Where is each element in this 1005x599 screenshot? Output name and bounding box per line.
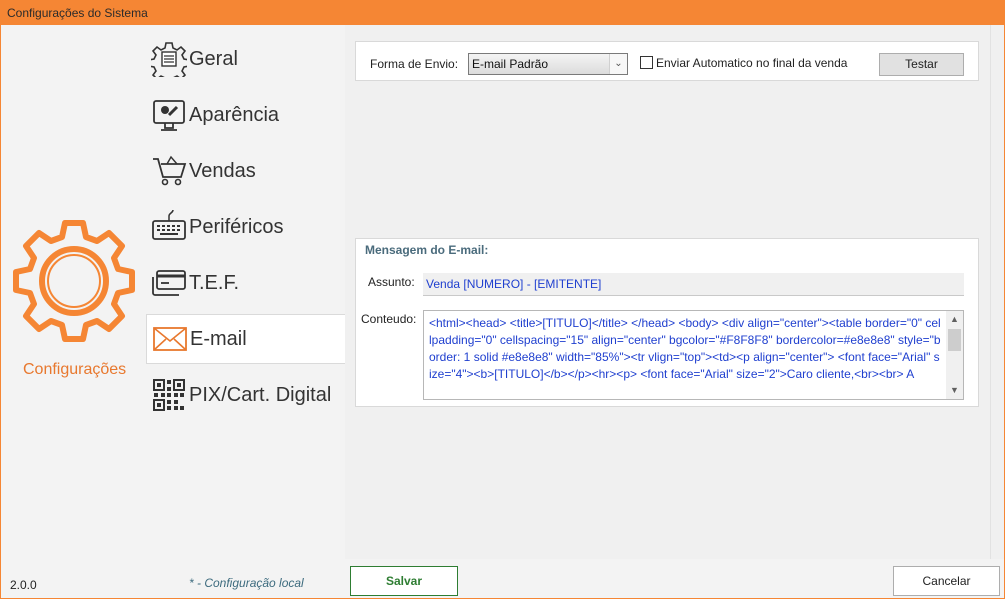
sidebar-item-email[interactable]: E-mail xyxy=(146,314,345,364)
test-button[interactable]: Testar xyxy=(879,53,964,76)
sidebar-item-perifericos[interactable]: Periféricos xyxy=(146,202,345,252)
shopping-cart-icon xyxy=(150,152,188,190)
sidebar-item-label: PIX/Cart. Digital xyxy=(189,383,332,406)
content-label: Conteudo: xyxy=(361,312,417,326)
sidebar-item-label: T.E.F. xyxy=(189,271,240,294)
sidebar-item-geral[interactable]: Geral xyxy=(146,34,345,84)
scroll-down-icon[interactable]: ▼ xyxy=(946,382,963,399)
sidebar-item-label: Aparência xyxy=(189,103,280,126)
sidebar: Configurações Geral Aparência Vendas Per… xyxy=(1,25,345,561)
save-button[interactable]: Salvar xyxy=(350,566,458,596)
monitor-paint-icon xyxy=(150,96,188,134)
sidebar-item-label: E-mail xyxy=(190,327,247,350)
send-method-value: E-mail Padrão xyxy=(472,57,549,71)
sidebar-item-tef[interactable]: T.E.F. xyxy=(146,258,345,308)
auto-send-label[interactable]: Enviar Automatico no final da venda xyxy=(656,56,847,70)
gear-doc-icon xyxy=(150,40,188,78)
send-options-panel: Forma de Envio: E-mail Padrão ⌄ Enviar A… xyxy=(355,41,979,81)
version-label: 2.0.0 xyxy=(10,578,37,592)
credit-card-icon xyxy=(150,264,188,302)
envelope-icon xyxy=(151,320,189,358)
local-config-note: * - Configuração local xyxy=(189,576,304,590)
window-title: Configurações do Sistema xyxy=(1,1,1004,25)
sidebar-item-aparencia[interactable]: Aparência xyxy=(146,90,345,140)
keyboard-icon xyxy=(150,208,188,246)
sidebar-item-label: Geral xyxy=(189,47,238,70)
sidebar-item-label: Periféricos xyxy=(189,215,284,238)
scroll-up-icon[interactable]: ▲ xyxy=(946,311,963,328)
sidebar-item-vendas[interactable]: Vendas xyxy=(146,146,345,196)
sidebar-item-pix[interactable]: PIX/Cart. Digital xyxy=(146,370,345,420)
cancel-button[interactable]: Cancelar xyxy=(893,566,1000,596)
scroll-thumb[interactable] xyxy=(948,329,961,351)
content-text[interactable]: <html><head> <title>[TITULO]</title> </h… xyxy=(429,315,941,398)
sidebar-item-label: Vendas xyxy=(189,159,256,182)
message-panel: Mensagem do E-mail: Assunto: Venda [NUME… xyxy=(355,238,979,407)
brand-label: Configurações xyxy=(23,361,127,378)
subject-field[interactable]: Venda [NUMERO] - [EMITENTE] xyxy=(423,273,964,296)
chevron-down-icon: ⌄ xyxy=(609,54,627,74)
send-method-select[interactable]: E-mail Padrão ⌄ xyxy=(468,53,628,75)
email-settings-panel: Forma de Envio: E-mail Padrão ⌄ Enviar A… xyxy=(345,25,990,559)
auto-send-checkbox[interactable] xyxy=(640,56,653,69)
panel-scrollbar[interactable] xyxy=(990,25,1004,559)
message-section-title: Mensagem do E-mail: xyxy=(365,243,489,257)
settings-gear-logo xyxy=(13,220,135,342)
qr-code-icon xyxy=(150,376,188,414)
content-scrollbar[interactable]: ▲ ▼ xyxy=(946,311,963,399)
send-method-label: Forma de Envio: xyxy=(370,57,459,71)
footer: 2.0.0 * - Configuração local Salvar Canc… xyxy=(1,561,1004,598)
content-textarea[interactable]: <html><head> <title>[TITULO]</title> </h… xyxy=(423,310,964,400)
settings-window: Configurações do Sistema Configurações G… xyxy=(0,0,1005,599)
subject-label: Assunto: xyxy=(368,275,415,289)
